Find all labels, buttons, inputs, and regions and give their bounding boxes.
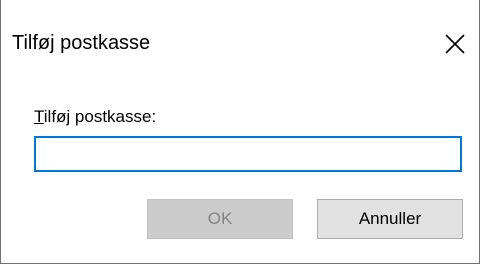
mailbox-input[interactable] (34, 136, 462, 172)
ok-button[interactable]: OK (147, 199, 293, 239)
title-bar: Tilføj postkasse (1, 0, 479, 88)
mailbox-field-label: Tilføj postkasse: (34, 107, 156, 127)
cancel-button[interactable]: Annuller (317, 199, 463, 239)
label-text: ilføj postkasse: (43, 107, 157, 126)
close-icon (445, 34, 465, 54)
close-button[interactable] (433, 18, 479, 68)
add-mailbox-dialog: Tilføj postkasse Tilføj postkasse: OK An… (0, 0, 480, 264)
dialog-title: Tilføj postkasse (12, 32, 151, 54)
label-mnemonic: T (34, 107, 44, 126)
